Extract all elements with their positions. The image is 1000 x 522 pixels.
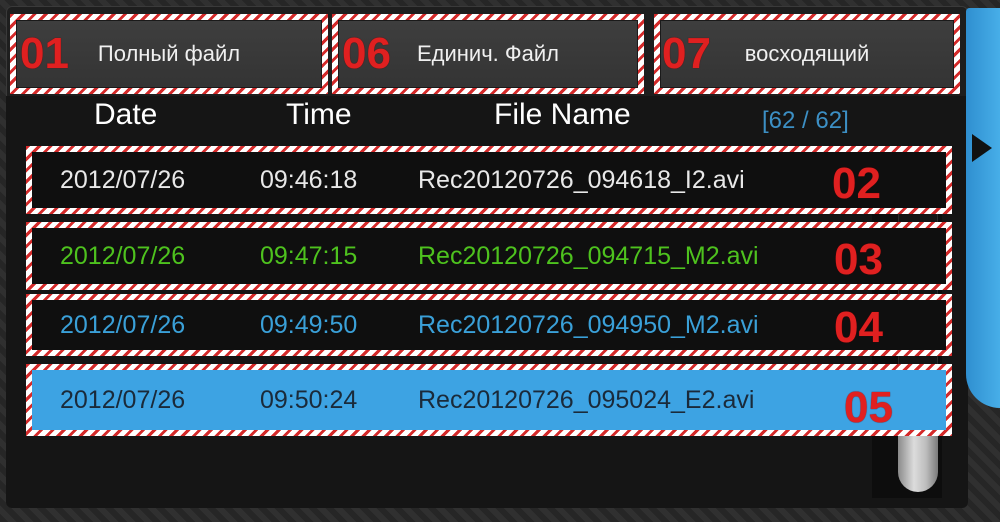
row-time: 09:50:24 bbox=[260, 385, 358, 414]
row-frame-4: 2012/07/26 09:50:24 Rec20120726_095024_E… bbox=[26, 364, 952, 436]
row-date: 2012/07/26 bbox=[60, 241, 186, 270]
row-time: 09:46:18 bbox=[260, 165, 358, 194]
row-date: 2012/07/26 bbox=[60, 165, 186, 194]
row-frame-1: 2012/07/26 09:46:18 Rec20120726_094618_I… bbox=[26, 146, 952, 214]
single-file-button-frame: Единич. Файл bbox=[332, 14, 644, 94]
row-file-name: Rec20120726_094715_M2.avi bbox=[418, 241, 759, 270]
triangle-right-icon bbox=[972, 134, 992, 162]
row-file-name: Rec20120726_094950_M2.avi bbox=[418, 310, 759, 339]
column-header-date[interactable]: Date bbox=[94, 98, 157, 132]
side-expand-tab[interactable] bbox=[966, 8, 1000, 408]
full-file-button[interactable]: Полный файл bbox=[16, 20, 322, 88]
table-row[interactable]: 2012/07/26 09:47:15 Rec20120726_094715_M… bbox=[32, 228, 946, 284]
row-frame-3: 2012/07/26 09:49:50 Rec20120726_094950_M… bbox=[26, 294, 952, 356]
row-frame-2: 2012/07/26 09:47:15 Rec20120726_094715_M… bbox=[26, 222, 952, 290]
row-date: 2012/07/26 bbox=[60, 385, 186, 414]
row-date: 2012/07/26 bbox=[60, 310, 186, 339]
row-file-name: Rec20120726_095024_E2.avi bbox=[418, 385, 755, 414]
table-row-selected[interactable]: 2012/07/26 09:50:24 Rec20120726_095024_E… bbox=[32, 370, 946, 430]
single-file-button[interactable]: Единич. Файл bbox=[338, 20, 638, 88]
file-count: [62 / 62] bbox=[762, 107, 849, 134]
row-file-name: Rec20120726_094618_I2.avi bbox=[418, 165, 745, 194]
ascending-sort-button[interactable]: восходящий bbox=[660, 20, 954, 88]
row-time: 09:47:15 bbox=[260, 241, 358, 270]
column-header-file-name[interactable]: File Name bbox=[494, 98, 631, 132]
table-row[interactable]: 2012/07/26 09:46:18 Rec20120726_094618_I… bbox=[32, 152, 946, 208]
column-header-time[interactable]: Time bbox=[286, 98, 352, 132]
row-time: 09:49:50 bbox=[260, 310, 358, 339]
full-file-button-frame: Полный файл bbox=[10, 14, 328, 94]
table-row[interactable]: 2012/07/26 09:49:50 Rec20120726_094950_M… bbox=[32, 300, 946, 350]
ascending-button-frame: восходящий bbox=[654, 14, 960, 94]
